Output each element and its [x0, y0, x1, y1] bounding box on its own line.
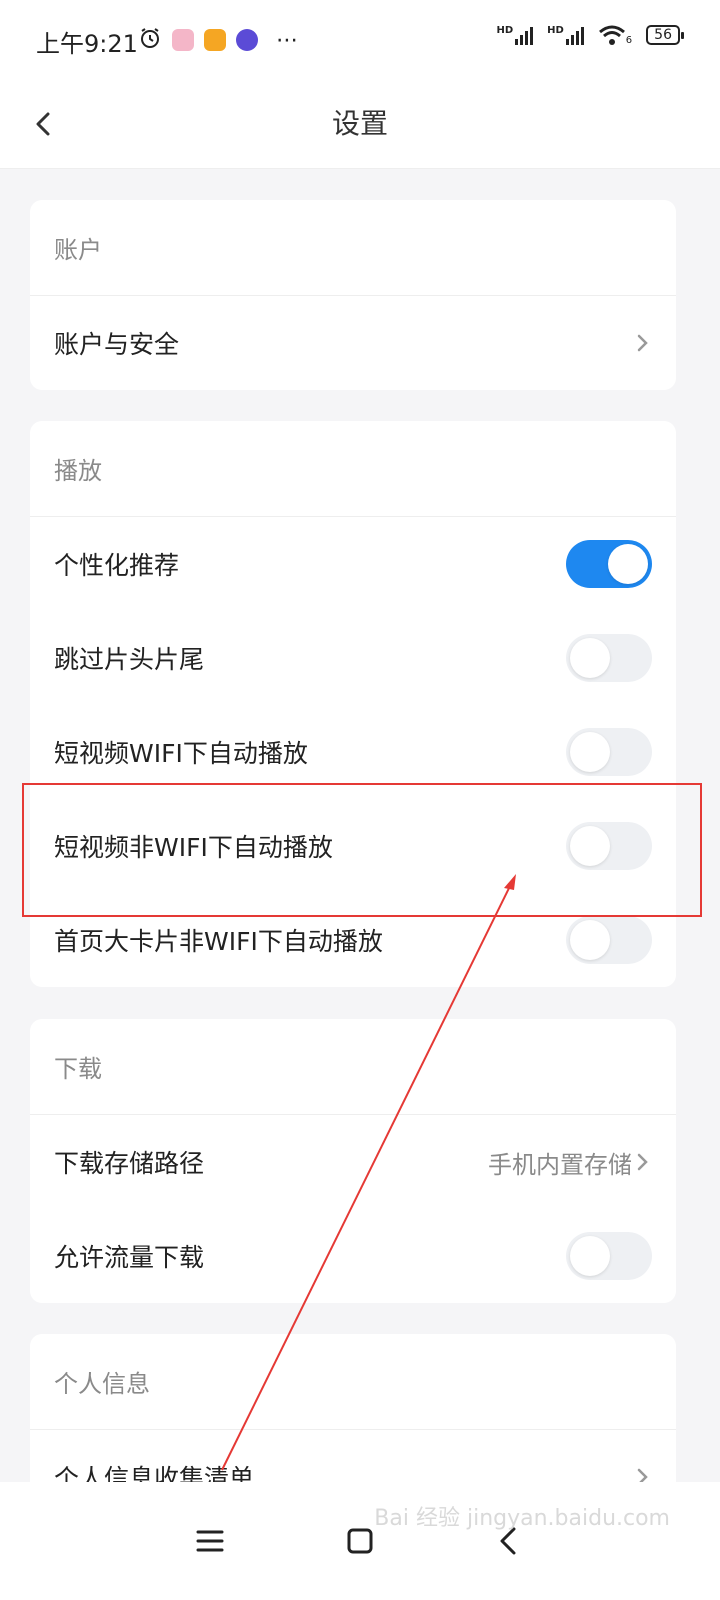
toggle-knob: [570, 1236, 610, 1276]
wifi-icon: 6: [598, 24, 632, 46]
download-section: 下载 下载存储路径 手机内置存储 允许流量下载: [30, 1019, 676, 1303]
section-title: 播放: [30, 421, 676, 517]
row-label: 短视频非WIFI下自动播放: [54, 833, 333, 862]
chevron-right-icon: [637, 334, 648, 352]
playback-section: 播放 个性化推荐 跳过片头片尾 短视频WIFI下自动播放 短视频非WIFI下自动…: [30, 421, 676, 987]
row-label: 跳过片头片尾: [54, 645, 205, 674]
short-video-non-wifi-autoplay-toggle[interactable]: [566, 822, 652, 870]
chevron-right-icon: [637, 1153, 648, 1171]
row-label: 个性化推荐: [54, 551, 180, 580]
row-label: 个人信息收集清单: [54, 1464, 255, 1484]
toggle-knob: [570, 920, 610, 960]
status-indicators: HD HD 6 56: [496, 24, 684, 46]
section-title: 下载: [30, 1019, 676, 1115]
cellular-signal-icon-1: HD: [496, 25, 534, 45]
personalized-recommend-row: 个性化推荐: [30, 517, 676, 611]
download-path-row[interactable]: 下载存储路径 手机内置存储: [30, 1115, 676, 1209]
top-app-bar: 设置: [0, 80, 720, 169]
personal-info-section: 个人信息 个人信息收集清单: [30, 1334, 676, 1484]
short-video-wifi-autoplay-row: 短视频WIFI下自动播放: [30, 705, 676, 799]
home-card-non-wifi-autoplay-row: 首页大卡片非WIFI下自动播放: [30, 893, 676, 987]
skip-intro-outro-row: 跳过片头片尾: [30, 611, 676, 705]
more-notifications-icon: ⋯: [276, 27, 298, 53]
row-label: 首页大卡片非WIFI下自动播放: [54, 927, 383, 956]
row-label: 允许流量下载: [54, 1243, 205, 1272]
app-notification-icon-purple: [236, 29, 258, 51]
allow-data-download-toggle[interactable]: [566, 1232, 652, 1280]
toggle-knob: [570, 638, 610, 678]
skip-intro-outro-toggle[interactable]: [566, 634, 652, 682]
short-video-wifi-autoplay-toggle[interactable]: [566, 728, 652, 776]
toggle-knob: [570, 732, 610, 772]
menu-icon: [196, 1530, 224, 1552]
app-notification-icon-orange: [204, 29, 226, 51]
alarm-icon: [138, 26, 162, 54]
personal-info-list-row[interactable]: 个人信息收集清单: [30, 1430, 676, 1484]
watermark: Bai 经验 jingyan.baidu.com: [374, 1506, 670, 1531]
status-notification-icons: ⋯: [138, 26, 298, 54]
short-video-non-wifi-autoplay-row: 短视频非WIFI下自动播放: [30, 799, 676, 893]
battery-icon: 56: [646, 25, 684, 45]
status-bar: 上午9:21 ⋯ HD HD 6 56: [0, 0, 720, 80]
download-path-value: 手机内置存储: [488, 1150, 632, 1179]
home-card-non-wifi-autoplay-toggle[interactable]: [566, 916, 652, 964]
status-time: 上午9:21: [36, 30, 138, 58]
chevron-right-icon: [637, 1468, 648, 1484]
page-title: 设置: [331, 107, 388, 140]
allow-data-download-row: 允许流量下载: [30, 1209, 676, 1303]
row-label: 短视频WIFI下自动播放: [54, 739, 308, 768]
account-section: 账户 账户与安全: [30, 200, 676, 390]
toggle-knob: [570, 826, 610, 866]
account-security-row[interactable]: 账户与安全: [30, 296, 676, 390]
download-path-value-wrap: 手机内置存储: [488, 1145, 652, 1180]
cellular-signal-icon-2: HD: [547, 25, 584, 45]
row-label: 下载存储路径: [54, 1149, 205, 1178]
section-title: 个人信息: [30, 1334, 676, 1430]
personalized-recommend-toggle[interactable]: [566, 540, 652, 588]
section-title: 账户: [30, 200, 676, 296]
app-notification-icon-pink: [172, 29, 194, 51]
toggle-knob: [608, 544, 648, 584]
menu-button[interactable]: [190, 1521, 230, 1561]
row-label: 账户与安全: [54, 330, 180, 359]
